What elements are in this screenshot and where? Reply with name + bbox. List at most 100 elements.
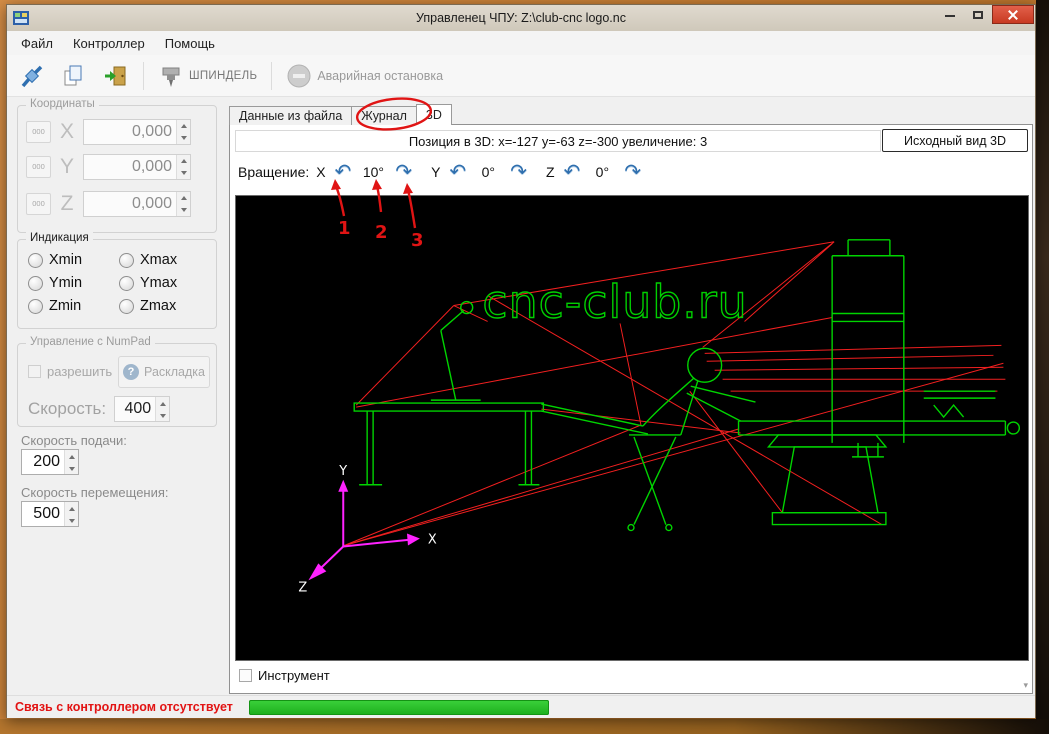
spin-down-icon[interactable] xyxy=(177,131,190,144)
radio-ymax-label: Ymax xyxy=(140,275,178,291)
numpad-enable-label: разрешить xyxy=(47,364,113,379)
spin-down-icon[interactable] xyxy=(177,166,190,179)
spin-up-icon[interactable] xyxy=(177,154,190,167)
numpad-group: Управление с NumPad разрешить ? Раскладк… xyxy=(17,336,217,427)
axis-z-text: Z xyxy=(298,580,307,595)
spindle-button[interactable]: ШПИНДЕЛЬ xyxy=(152,59,263,93)
coordinate-row-z: 000 Z 0,000 xyxy=(26,190,191,217)
axis-y-text: Y xyxy=(338,464,347,479)
rotate-y-ccw-icon[interactable]: ↶ xyxy=(448,162,469,182)
move-speed-spinner[interactable]: 500 xyxy=(21,501,79,527)
radio-icon xyxy=(28,298,43,314)
numpad-speed-spinner[interactable]: 400 xyxy=(114,396,171,422)
radio-icon xyxy=(119,275,134,291)
coordinate-x-spinner[interactable]: 0,000 xyxy=(83,118,191,145)
chevron-down-icon[interactable]: ▾ xyxy=(1023,680,1028,691)
spin-up-icon[interactable] xyxy=(156,397,170,409)
rotate-x-ccw-icon[interactable]: ↶ xyxy=(333,162,354,182)
app-window: Управленец ЧПУ: Z:\club-cnc logo.nc Файл… xyxy=(6,4,1036,718)
numpad-speed-value: 400 xyxy=(124,400,152,417)
indication-group: Индикация Xmin Xmax Ymin Ymax Zmin Zmax xyxy=(17,232,217,329)
spin-down-icon[interactable] xyxy=(156,409,170,421)
logo-text: cnc-club.ru xyxy=(482,274,747,328)
numpad-group-label: Управление с NumPad xyxy=(26,336,155,348)
reset-view-button[interactable]: Исходный вид 3D xyxy=(882,129,1028,152)
tab-journal[interactable]: Журнал xyxy=(351,106,417,125)
coordinate-row-y: 000 Y 0,000 xyxy=(26,153,191,180)
spindle-label: ШПИНДЕЛЬ xyxy=(189,69,258,82)
rotation-x-value: 10° xyxy=(362,164,384,180)
feed-speed-spinner[interactable]: 200 xyxy=(21,449,79,475)
radio-icon xyxy=(28,275,43,291)
connect-button[interactable] xyxy=(13,59,51,93)
rotation-y-value: 0° xyxy=(481,164,495,180)
exit-door-button[interactable] xyxy=(97,59,135,93)
coordinates-group: Координаты 000 X 0,000 000 Y 0,000 000 Z… xyxy=(17,98,217,233)
menu-help[interactable]: Помощь xyxy=(155,33,225,54)
coordinate-y-spinner[interactable]: 0,000 xyxy=(83,153,191,180)
tool-checkbox-row[interactable]: Инструмент xyxy=(239,668,330,683)
toolpath-drawing: cnc-club.ru xyxy=(353,239,1021,532)
menu-file[interactable]: Файл xyxy=(11,33,63,54)
spin-up-icon[interactable] xyxy=(177,191,190,204)
rotate-y-cw-icon[interactable]: ↷ xyxy=(508,162,529,182)
coordinate-y-value: 0,000 xyxy=(131,157,172,175)
feed-speed-label: Скорость подачи: xyxy=(21,433,127,448)
window-controls xyxy=(936,5,1034,24)
tool-checkbox-icon[interactable] xyxy=(239,669,252,682)
emergency-stop-button[interactable]: Аварийная остановка xyxy=(280,59,449,93)
maximize-button[interactable] xyxy=(964,5,992,24)
zero-z-button[interactable]: 000 xyxy=(26,192,51,215)
rotate-z-ccw-icon[interactable]: ↶ xyxy=(562,162,583,182)
menu-bar: Файл Контроллер Помощь xyxy=(7,31,1035,55)
radio-zmax[interactable]: Zmax xyxy=(119,298,210,314)
checkbox-icon xyxy=(28,365,41,378)
numpad-enable-checkbox[interactable]: разрешить xyxy=(28,364,112,379)
tab-file-data[interactable]: Данные из файла xyxy=(229,106,353,125)
feed-speed-value: 200 xyxy=(33,453,60,470)
rotation-label: Вращение: xyxy=(238,164,310,180)
move-speed-label: Скорость перемещения: xyxy=(21,485,169,500)
tab-panel-3d: Позиция в 3D: x=-127 y=-63 z=-300 увелич… xyxy=(229,124,1033,694)
desktop-wallpaper-bottom xyxy=(0,719,1049,734)
radio-xmax[interactable]: Xmax xyxy=(119,252,210,268)
rotation-y-label: Y xyxy=(431,164,441,180)
spin-down-icon[interactable] xyxy=(65,514,78,526)
question-icon: ? xyxy=(123,364,140,380)
copy-button[interactable] xyxy=(55,59,93,93)
axis-x-text: X xyxy=(428,533,437,548)
menu-controller[interactable]: Контроллер xyxy=(63,33,155,54)
coordinate-x-value: 0,000 xyxy=(131,122,172,140)
zero-x-button[interactable]: 000 xyxy=(26,120,51,143)
radio-zmax-label: Zmax xyxy=(140,298,177,314)
spin-up-icon[interactable] xyxy=(65,450,78,462)
radio-xmin[interactable]: Xmin xyxy=(28,252,119,268)
radio-ymin[interactable]: Ymin xyxy=(28,275,119,291)
rotation-z-label: Z xyxy=(546,164,555,180)
spin-up-icon[interactable] xyxy=(177,119,190,132)
move-speed-value: 500 xyxy=(33,505,60,522)
viewport-3d[interactable]: cnc-club.ru Y X Z xyxy=(235,195,1029,661)
tool-checkbox-label: Инструмент xyxy=(258,668,330,683)
title-bar[interactable]: Управленец ЧПУ: Z:\club-cnc logo.nc xyxy=(7,5,1035,31)
spin-down-icon[interactable] xyxy=(177,203,190,216)
keyboard-layout-button[interactable]: ? Раскладка xyxy=(118,356,210,388)
connect-icon xyxy=(21,65,43,87)
rotate-z-cw-icon[interactable]: ↷ xyxy=(622,162,643,182)
minimize-button[interactable] xyxy=(936,5,964,24)
close-button[interactable] xyxy=(992,5,1034,24)
indication-options: Xmin Xmax Ymin Ymax Zmin Zmax xyxy=(28,252,210,314)
numpad-speed-row: Скорость: 400 xyxy=(28,396,171,422)
radio-ymax[interactable]: Ymax xyxy=(119,275,210,291)
spin-down-icon[interactable] xyxy=(65,462,78,474)
coordinate-z-spinner[interactable]: 0,000 xyxy=(83,190,191,217)
radio-zmin-label: Zmin xyxy=(49,298,82,314)
tab-strip: Данные из файла Журнал 3D xyxy=(229,104,452,125)
status-bar: Связь с контроллером отсутствует xyxy=(7,695,1035,718)
radio-zmin[interactable]: Zmin xyxy=(28,298,119,314)
rotate-x-cw-icon[interactable]: ↷ xyxy=(393,162,414,182)
zero-y-button[interactable]: 000 xyxy=(26,155,51,178)
spin-up-icon[interactable] xyxy=(65,502,78,514)
radio-icon xyxy=(119,298,134,314)
tab-3d[interactable]: 3D xyxy=(415,104,452,125)
